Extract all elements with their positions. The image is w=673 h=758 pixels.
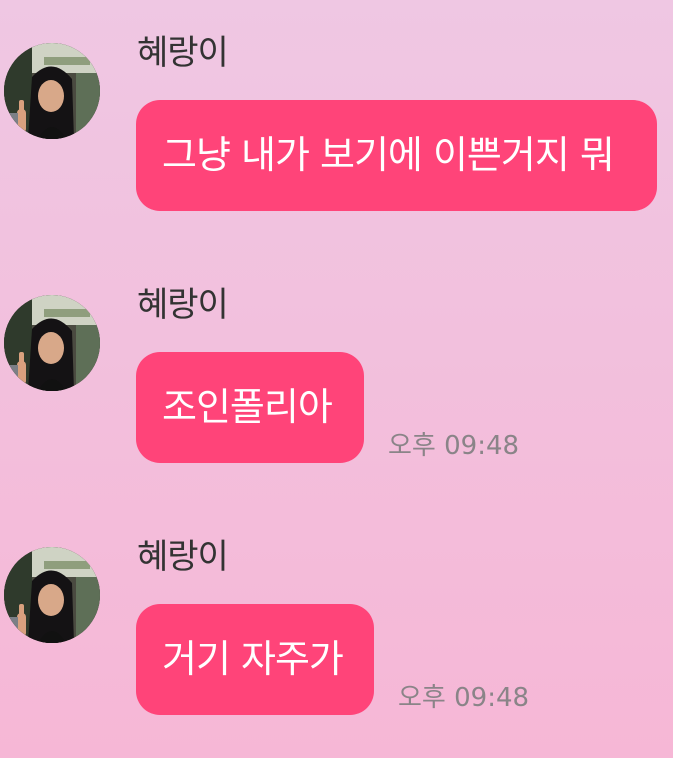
message-group: 혜랑이 조인폴리아 오후 09:48 <box>0 277 673 497</box>
message-text: 그냥 내가 보기에 이쁜거지 뭐 <box>162 133 615 177</box>
avatar-photo <box>4 43 100 139</box>
message-bubble[interactable]: 조인폴리아 <box>136 352 364 463</box>
message-group: 혜랑이 거기 자주가 오후 09:48 <box>0 529 673 749</box>
message-group: 혜랑이 그냥 내가 보기에 이쁜거지 뭐 <box>0 25 673 245</box>
avatar[interactable] <box>4 43 100 139</box>
message-bubble[interactable]: 그냥 내가 보기에 이쁜거지 뭐 <box>136 100 657 211</box>
message-timestamp: 오후 09:48 <box>388 431 520 461</box>
message-timestamp: 오후 09:48 <box>398 683 530 713</box>
sender-name: 혜랑이 <box>137 285 229 325</box>
avatar[interactable] <box>4 295 100 391</box>
sender-name: 혜랑이 <box>137 33 229 73</box>
chat-view: 혜랑이 그냥 내가 보기에 이쁜거지 뭐 혜랑이 조인폴리아 오후 09:48 … <box>0 0 673 758</box>
message-text: 조인폴리아 <box>162 385 333 429</box>
sender-name: 혜랑이 <box>137 537 229 577</box>
message-text: 거기 자주가 <box>162 637 344 681</box>
avatar-photo <box>4 547 100 643</box>
avatar[interactable] <box>4 547 100 643</box>
message-bubble[interactable]: 거기 자주가 <box>136 604 374 715</box>
avatar-photo <box>4 295 100 391</box>
